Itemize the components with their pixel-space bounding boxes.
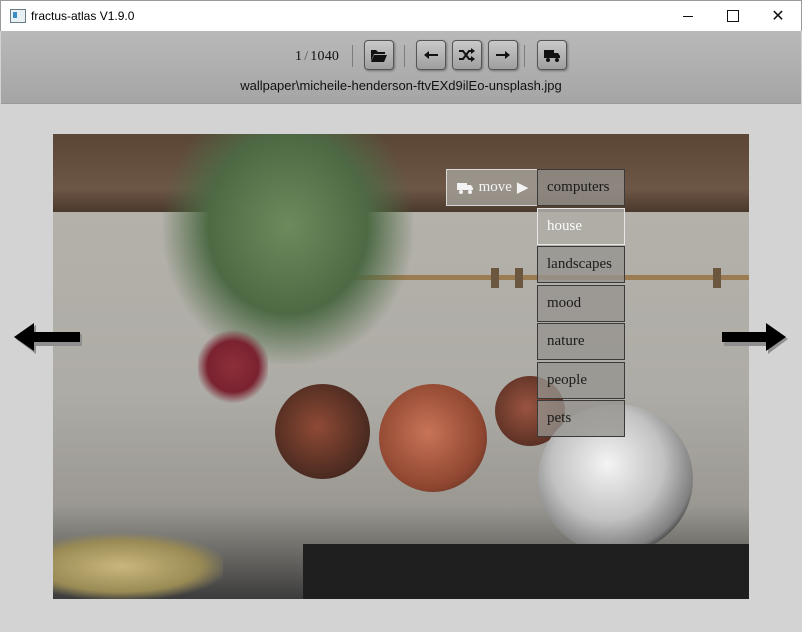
image-viewer (53, 134, 749, 599)
truck-icon (456, 182, 473, 194)
move-menu: computers house landscapes mood nature p… (537, 169, 625, 439)
counter-current: 1 (295, 49, 303, 64)
previous-button[interactable] (416, 40, 446, 70)
menu-item-nature[interactable]: nature (537, 323, 625, 360)
toolbar-divider (524, 45, 525, 67)
toolbar-divider (404, 45, 405, 67)
move-label: move (478, 179, 512, 195)
title-bar: fractus-atlas V1.9.0 ✕ (0, 0, 802, 31)
menu-item-house[interactable]: house (537, 207, 625, 245)
shuffle-icon (459, 48, 475, 62)
next-image-arrow[interactable] (720, 318, 790, 358)
open-folder-button[interactable] (364, 40, 394, 70)
photo-pan (275, 384, 370, 479)
app-icon (10, 9, 26, 23)
image-counter: 1/1040 (295, 49, 339, 65)
photo-hook (491, 268, 499, 288)
counter-total: 1040 (310, 49, 340, 64)
toolbar: 1/1040 wallpaper\micheile-henderson-ftvE… (1, 31, 801, 104)
move-overlay-button[interactable]: move ▶ (446, 169, 538, 206)
file-path: wallpaper\micheile-henderson-ftvEXd9ilEo… (240, 78, 562, 93)
photo-stove (303, 544, 749, 599)
menu-item-mood[interactable]: mood (537, 284, 625, 322)
close-button[interactable]: ✕ (755, 1, 801, 31)
photo-berries (198, 329, 268, 404)
folder-open-icon (371, 50, 387, 62)
play-icon: ▶ (516, 180, 529, 196)
shuffle-button[interactable] (452, 40, 482, 70)
menu-item-pets[interactable]: pets (537, 400, 625, 437)
arrow-right-icon (496, 51, 510, 59)
photo-corn (53, 534, 223, 599)
menu-item-landscapes[interactable]: landscapes (537, 246, 625, 283)
menu-item-people[interactable]: people (537, 361, 625, 399)
window-title: fractus-atlas V1.9.0 (31, 9, 135, 23)
toolbar-divider (352, 45, 353, 67)
arrow-left-icon (424, 51, 438, 59)
previous-image-arrow[interactable] (12, 318, 82, 358)
minimize-icon (683, 15, 693, 17)
maximize-icon (727, 10, 739, 22)
move-button[interactable] (537, 40, 567, 70)
menu-item-computers[interactable]: computers (537, 169, 625, 206)
next-button[interactable] (488, 40, 518, 70)
minimize-button[interactable] (665, 1, 711, 31)
photo-hook (713, 268, 721, 288)
maximize-button[interactable] (710, 1, 756, 31)
photo-pan (379, 384, 487, 492)
truck-icon (544, 50, 560, 62)
photo-hook (515, 268, 523, 288)
counter-separator: / (304, 49, 309, 64)
close-icon: ✕ (771, 8, 785, 25)
